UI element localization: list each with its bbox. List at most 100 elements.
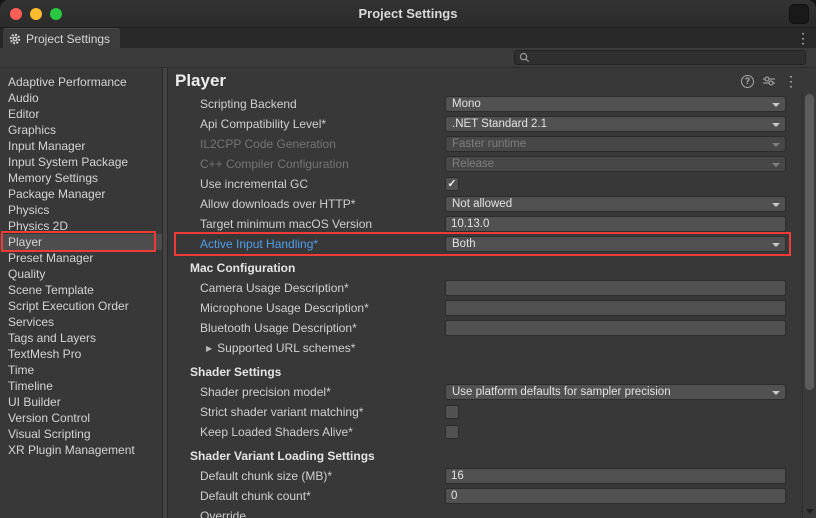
zoom-button[interactable] — [50, 8, 62, 20]
panel-header: Player ? ⋮ — [168, 68, 816, 94]
setting-label: Camera Usage Description* — [168, 281, 445, 295]
setting-row-keep-loaded-shaders: Keep Loaded Shaders Alive* — [168, 422, 802, 442]
help-icon[interactable]: ? — [741, 75, 754, 88]
setting-row-bluetooth-usage: Bluetooth Usage Description* — [168, 318, 802, 338]
il2cpp-codegen-dropdown: Faster runtime — [445, 136, 786, 152]
setting-row-active-input-handling: Active Input Handling* Both — [168, 234, 802, 254]
setting-row-url-schemes: ▶ Supported URL schemes* — [168, 338, 802, 358]
setting-label: Bluetooth Usage Description* — [168, 321, 445, 335]
minimize-button[interactable] — [30, 8, 42, 20]
search-input[interactable] — [530, 52, 801, 64]
setting-label: Target minimum macOS Version — [168, 217, 445, 231]
setting-label: Scripting Backend — [168, 97, 445, 111]
tabbar-menu-icon[interactable]: ⋮ — [796, 30, 810, 46]
sidebar-item-adaptive-performance[interactable]: Adaptive Performance — [0, 74, 162, 90]
toolbar — [0, 48, 816, 68]
sidebar-item-physics-2d[interactable]: Physics 2D — [0, 218, 162, 234]
setting-label: Use incremental GC — [168, 177, 445, 191]
sidebar-item-services[interactable]: Services — [0, 314, 162, 330]
setting-label: IL2CPP Code Generation — [168, 137, 445, 151]
sidebar-item-ui-builder[interactable]: UI Builder — [0, 394, 162, 410]
scroll-down-arrow-icon[interactable] — [806, 509, 814, 514]
setting-label: Strict shader variant matching* — [168, 405, 445, 419]
microphone-usage-input[interactable] — [445, 300, 786, 316]
camera-usage-input[interactable] — [445, 280, 786, 296]
sidebar-item-timeline[interactable]: Timeline — [0, 378, 162, 394]
sidebar-item-input-manager[interactable]: Input Manager — [0, 138, 162, 154]
vertical-scrollbar — [802, 92, 816, 518]
setting-label: Keep Loaded Shaders Alive* — [168, 425, 445, 439]
sidebar-item-script-execution-order[interactable]: Script Execution Order — [0, 298, 162, 314]
sidebar-item-graphics[interactable]: Graphics — [0, 122, 162, 138]
setting-row-il2cpp-codegen: IL2CPP Code Generation Faster runtime — [168, 134, 802, 154]
chevron-down-icon — [772, 103, 780, 107]
chevron-down-icon — [772, 243, 780, 247]
chevron-down-icon — [772, 143, 780, 147]
setting-label: Shader precision model* — [168, 385, 445, 399]
gear-icon — [9, 33, 21, 45]
strict-shader-variant-checkbox[interactable] — [445, 405, 459, 419]
setting-row-shader-precision: Shader precision model* Use platform def… — [168, 382, 802, 402]
preset-icon[interactable] — [762, 75, 776, 87]
keep-loaded-shaders-checkbox[interactable] — [445, 425, 459, 439]
close-button[interactable] — [10, 8, 22, 20]
chevron-down-icon — [772, 203, 780, 207]
check-icon: ✓ — [447, 179, 456, 190]
chevron-down-icon — [772, 123, 780, 127]
api-compatibility-dropdown[interactable]: .NET Standard 2.1 — [445, 116, 786, 132]
sidebar-item-player[interactable]: Player — [0, 234, 162, 250]
chevron-down-icon — [772, 163, 780, 167]
bluetooth-usage-input[interactable] — [445, 320, 786, 336]
project-settings-window: Project Settings Project Settings ⋮ — [0, 0, 816, 518]
sidebar-item-time[interactable]: Time — [0, 362, 162, 378]
search-field[interactable] — [514, 50, 806, 65]
sidebar-item-editor[interactable]: Editor — [0, 106, 162, 122]
default-chunk-count-input[interactable] — [445, 488, 786, 504]
allow-http-downloads-dropdown[interactable]: Not allowed — [445, 196, 786, 212]
sidebar-item-version-control[interactable]: Version Control — [0, 410, 162, 426]
setting-label: Default chunk count* — [168, 489, 445, 503]
sidebar-item-memory-settings[interactable]: Memory Settings — [0, 170, 162, 186]
sidebar-item-preset-manager[interactable]: Preset Manager — [0, 250, 162, 266]
sidebar-item-xr-plugin-management[interactable]: XR Plugin Management — [0, 442, 162, 458]
setting-row-override: Override — [168, 506, 802, 518]
shader-precision-model-dropdown[interactable]: Use platform defaults for sampler precis… — [445, 384, 786, 400]
sidebar-item-audio[interactable]: Audio — [0, 90, 162, 106]
settings-category-list: Adaptive Performance Audio Editor Graphi… — [0, 68, 162, 518]
active-input-handling-dropdown[interactable]: Both — [445, 236, 786, 252]
sidebar-item-input-system-package[interactable]: Input System Package — [0, 154, 162, 170]
scripting-backend-dropdown[interactable]: Mono — [445, 96, 786, 112]
sidebar-item-package-manager[interactable]: Package Manager — [0, 186, 162, 202]
sidebar-item-tags-and-layers[interactable]: Tags and Layers — [0, 330, 162, 346]
foldout-triangle-icon: ▶ — [206, 344, 212, 353]
setting-label: Override — [168, 509, 445, 518]
setting-row-allow-http: Allow downloads over HTTP* Not allowed — [168, 194, 802, 214]
target-min-macos-version-input[interactable] — [445, 216, 786, 232]
sidebar-item-visual-scripting[interactable]: Visual Scripting — [0, 426, 162, 442]
setting-row-microphone-usage: Microphone Usage Description* — [168, 298, 802, 318]
setting-row-incremental-gc: Use incremental GC ✓ — [168, 174, 802, 194]
setting-row-chunk-count: Default chunk count* — [168, 486, 802, 506]
use-incremental-gc-checkbox[interactable]: ✓ — [445, 177, 459, 191]
setting-row-chunk-size: Default chunk size (MB)* — [168, 466, 802, 486]
setting-row-cpp-compiler: C++ Compiler Configuration Release — [168, 154, 802, 174]
tab-label: Project Settings — [26, 32, 110, 46]
shader-variant-loading-header: Shader Variant Loading Settings — [168, 446, 802, 466]
supported-url-schemes-foldout[interactable]: ▶ Supported URL schemes* — [168, 341, 355, 355]
sidebar-item-quality[interactable]: Quality — [0, 266, 162, 282]
sidebar-item-scene-template[interactable]: Scene Template — [0, 282, 162, 298]
chevron-down-icon — [772, 391, 780, 395]
setting-label: Default chunk size (MB)* — [168, 469, 445, 483]
scrollbar-thumb[interactable] — [805, 94, 814, 390]
setting-label: C++ Compiler Configuration — [168, 157, 445, 171]
settings-rows: Scripting Backend Mono Api Compatibility… — [168, 94, 802, 518]
default-chunk-size-input[interactable] — [445, 468, 786, 484]
sidebar-item-textmesh-pro[interactable]: TextMesh Pro — [0, 346, 162, 362]
setting-row-strict-variant-matching: Strict shader variant matching* — [168, 402, 802, 422]
main-area: Adaptive Performance Audio Editor Graphi… — [0, 68, 816, 518]
tab-project-settings[interactable]: Project Settings — [3, 28, 120, 48]
mac-configuration-header: Mac Configuration — [168, 258, 802, 278]
sidebar-item-physics[interactable]: Physics — [0, 202, 162, 218]
panel-menu-icon[interactable]: ⋮ — [784, 73, 798, 90]
search-icon — [519, 52, 530, 63]
